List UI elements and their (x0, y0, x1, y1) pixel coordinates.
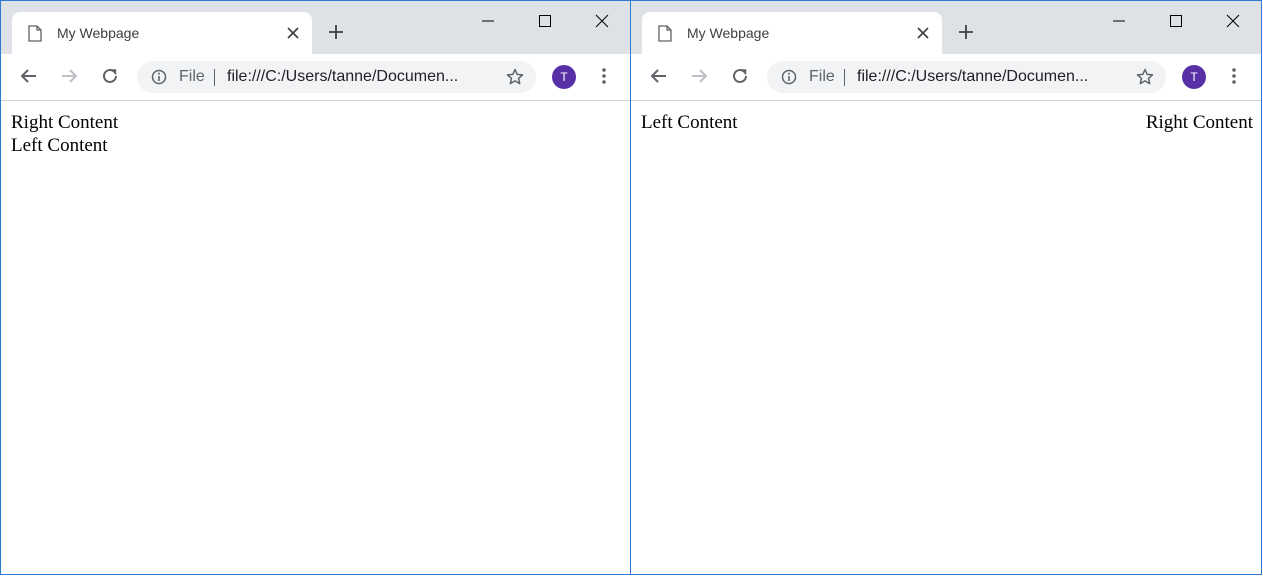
omnibox-divider (214, 69, 215, 86)
page-icon (658, 25, 672, 42)
kebab-menu-icon[interactable] (596, 67, 612, 85)
close-icon[interactable] (917, 27, 929, 39)
plus-icon[interactable] (958, 24, 974, 40)
browser-window-left: My Webpage File file:///C:/Users/tanne/D… (0, 0, 631, 575)
maximize-button[interactable] (521, 8, 569, 34)
address-bar[interactable]: File file:///C:/Users/tanne/Documen... (767, 61, 1166, 93)
back-icon[interactable] (19, 66, 39, 86)
omnibox-divider (844, 69, 845, 86)
kebab-menu-icon[interactable] (1226, 67, 1242, 85)
maximize-button[interactable] (1152, 8, 1200, 34)
close-icon (1226, 14, 1240, 28)
address-bar[interactable]: File file:///C:/Users/tanne/Documen... (137, 61, 536, 93)
star-icon[interactable] (506, 68, 524, 86)
tab-title: My Webpage (57, 25, 140, 41)
browser-window-right: My Webpage File file:///C:/Users/tanne/D… (630, 0, 1262, 575)
browser-toolbar: File file:///C:/Users/tanne/Documen... T (1, 54, 630, 101)
window-close-button[interactable] (1209, 8, 1257, 34)
plus-icon[interactable] (328, 24, 344, 40)
forward-icon[interactable] (689, 66, 709, 86)
tab-title: My Webpage (687, 25, 770, 41)
minimize-icon (1113, 20, 1125, 22)
forward-icon[interactable] (59, 66, 79, 86)
window-close-button[interactable] (578, 8, 626, 34)
back-icon[interactable] (649, 66, 669, 86)
minimize-icon (482, 20, 494, 22)
scheme-label: File (179, 68, 205, 85)
left-content-text: Left Content (641, 112, 738, 133)
minimize-button[interactable] (1095, 8, 1143, 34)
url-text[interactable]: file:///C:/Users/tanne/Documen... (227, 68, 489, 86)
close-icon[interactable] (287, 27, 299, 39)
tab-my-webpage[interactable]: My Webpage (642, 12, 942, 54)
tab-strip: My Webpage (1, 1, 630, 54)
minimize-button[interactable] (464, 8, 512, 34)
right-content-text: Right Content (11, 112, 119, 133)
close-icon (595, 14, 609, 28)
tab-my-webpage[interactable]: My Webpage (12, 12, 312, 54)
url-text[interactable]: file:///C:/Users/tanne/Documen... (857, 68, 1119, 86)
tab-strip: My Webpage (631, 1, 1261, 54)
browser-toolbar: File file:///C:/Users/tanne/Documen... T (631, 54, 1261, 101)
star-icon[interactable] (1136, 68, 1154, 86)
right-content-text: Right Content (1145, 112, 1253, 133)
reload-icon[interactable] (730, 66, 750, 86)
reload-icon[interactable] (100, 66, 120, 86)
page-content: Right Content Left Content (1, 101, 630, 574)
left-content-text: Left Content (11, 135, 108, 156)
info-icon[interactable] (781, 69, 797, 85)
profile-avatar[interactable]: T (552, 65, 576, 89)
maximize-icon (539, 15, 551, 27)
page-icon (28, 25, 42, 42)
info-icon[interactable] (151, 69, 167, 85)
scheme-label: File (809, 68, 835, 85)
page-content: Left Content Right Content (631, 101, 1261, 574)
profile-avatar[interactable]: T (1182, 65, 1206, 89)
maximize-icon (1170, 15, 1182, 27)
